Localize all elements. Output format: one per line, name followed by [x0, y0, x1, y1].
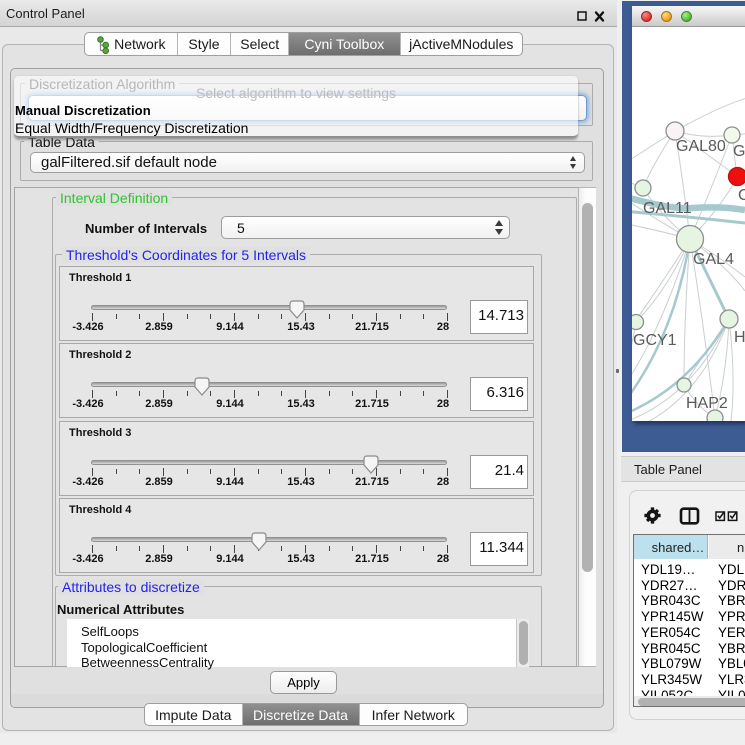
svg-text:GAL80: GAL80	[676, 138, 726, 155]
svg-text:GAL11: GAL11	[643, 200, 692, 217]
svg-text:GCY1: GCY1	[633, 332, 677, 349]
svg-text:C: C	[738, 187, 745, 204]
svg-text:HAP2: HAP2	[686, 395, 728, 412]
svg-text:H: H	[734, 329, 745, 346]
svg-text:GAL4: GAL4	[693, 251, 734, 268]
svg-text:G.: G.	[733, 143, 745, 160]
